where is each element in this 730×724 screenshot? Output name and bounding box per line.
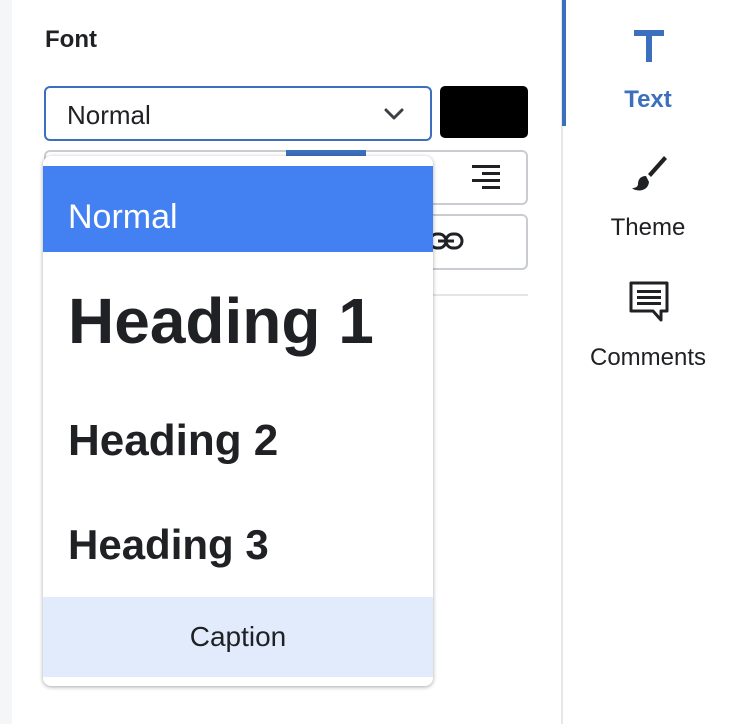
dropdown-option-heading-1[interactable]: Heading 1 bbox=[43, 266, 433, 376]
left-edge-strip bbox=[0, 0, 12, 724]
option-label: Heading 1 bbox=[68, 285, 374, 357]
section-title-font: Font bbox=[45, 26, 97, 53]
option-label: Normal bbox=[68, 198, 178, 236]
dropdown-option-caption[interactable]: Caption bbox=[43, 597, 433, 677]
rail-item-theme[interactable]: Theme bbox=[566, 140, 730, 250]
font-style-select-value: Normal bbox=[67, 100, 151, 130]
dropdown-option-heading-2[interactable]: Heading 2 bbox=[43, 396, 433, 486]
font-style-select[interactable]: Normal bbox=[44, 86, 432, 141]
dropdown-option-normal[interactable]: Normal bbox=[43, 166, 433, 252]
option-label: Caption bbox=[189, 621, 287, 652]
chevron-down-icon bbox=[384, 108, 404, 120]
font-style-dropdown: Normal Heading 1 Heading 2 Heading 3 Cap… bbox=[43, 156, 433, 686]
comment-icon bbox=[629, 281, 669, 322]
rail-item-label: Theme bbox=[610, 214, 686, 241]
font-color-swatch[interactable] bbox=[440, 86, 528, 138]
option-label: Heading 3 bbox=[68, 521, 269, 568]
rail-item-text[interactable]: Text bbox=[566, 0, 730, 126]
link-icon[interactable] bbox=[428, 230, 464, 252]
paintbrush-icon bbox=[632, 156, 667, 191]
text-icon bbox=[634, 30, 664, 62]
rail-item-label: Comments bbox=[589, 344, 707, 371]
option-label: Heading 2 bbox=[68, 416, 279, 465]
rail-item-label: Text bbox=[624, 86, 672, 113]
dropdown-option-heading-3[interactable]: Heading 3 bbox=[43, 501, 433, 591]
rail-item-comments[interactable]: Comments bbox=[566, 270, 730, 380]
align-right-icon[interactable] bbox=[470, 163, 502, 193]
